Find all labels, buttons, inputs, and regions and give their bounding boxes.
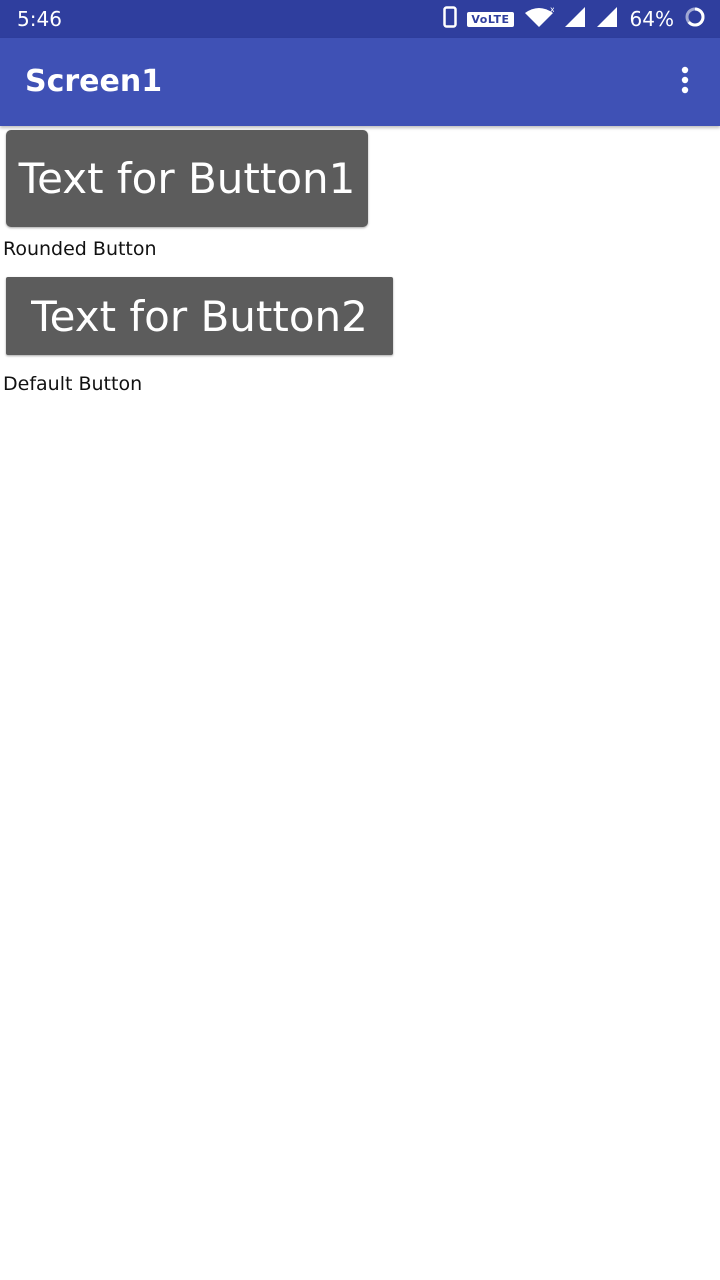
app-bar: Screen1 [0,38,720,126]
battery-percent: 64% [629,7,674,31]
default-button-caption: Default Button [3,373,143,395]
status-bar: 5:46 VoLTE x 64% [0,0,720,38]
phone-icon [443,6,458,32]
status-time: 5:46 [17,7,62,31]
status-icons: VoLTE x 64% [433,0,706,38]
button2[interactable]: Text for Button2 [6,277,393,355]
wifi-icon: x [524,5,555,32]
rounded-button-caption: Rounded Button [3,238,157,260]
button1[interactable]: Text for Button1 [6,130,368,227]
overflow-menu-button[interactable] [670,66,700,98]
more-vert-icon [680,66,690,98]
signal-icon [564,6,586,32]
svg-text:x: x [550,6,554,14]
page-title: Screen1 [25,64,163,99]
battery-icon [684,6,706,32]
volte-badge: VoLTE [467,11,514,27]
signal-icon [596,6,618,32]
